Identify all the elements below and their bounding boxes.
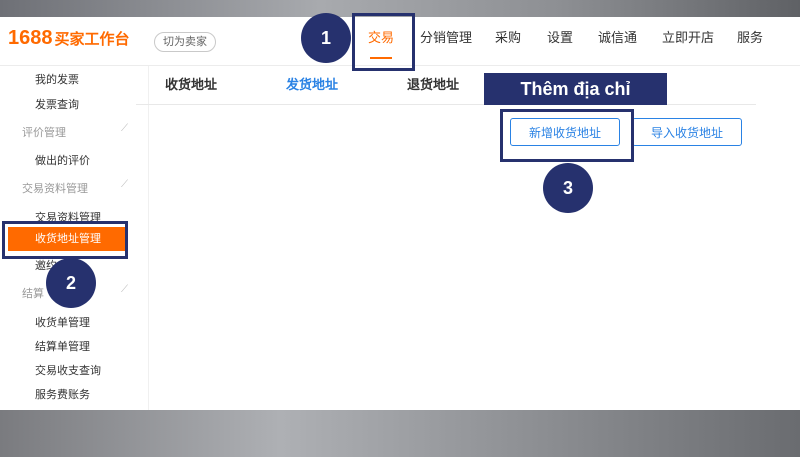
logo-text: 买家工作台 [54,31,130,48]
import-address-button[interactable]: 导入收货地址 [632,118,742,146]
tab-shipping-address[interactable]: 发货地址 [286,68,338,104]
collapse-icon[interactable]: ⟋ [121,179,128,190]
sidebar-item-receipt-management[interactable]: 收货单管理 [35,314,90,330]
logo[interactable]: 1688 买家工作台 [8,27,130,50]
nav-purchase[interactable]: 采购 [495,17,521,65]
app-window: 1688 买家工作台 切为卖家 交易 分销管理 采购 设置 诚信通 立即开店 服务… [0,17,800,410]
nav-services[interactable]: 服务 [737,17,763,65]
nav-settings[interactable]: 设置 [547,17,573,65]
sidebar-item-my-reviews[interactable]: 做出的评价 [35,152,90,168]
highlight-frame-address-management [2,221,128,259]
nav-distribution[interactable]: 分销管理 [420,17,472,65]
nav-chengxintong[interactable]: 诚信通 [598,17,637,65]
step-badge-1: 1 [301,13,351,63]
nav-open-store[interactable]: 立即开店 [662,17,714,65]
sidebar-item-invoice-query[interactable]: 发票查询 [35,96,79,112]
sidebar-item-trade-income-query[interactable]: 交易收支查询 [35,362,101,378]
background-bottom [0,410,800,457]
sidebar-group-reviews[interactable]: 评价管理 [22,124,66,140]
highlight-frame-trade [352,13,415,71]
highlight-frame-add-button [500,109,634,162]
step-badge-2: 2 [46,258,96,308]
sidebar-group-trade-data[interactable]: 交易资料管理 [22,180,88,196]
switch-to-seller-button[interactable]: 切为卖家 [154,32,216,52]
collapse-icon[interactable]: ⟋ [121,123,128,134]
sidebar-item-settlement-management[interactable]: 结算单管理 [35,338,90,354]
sidebar-item-service-fee-account[interactable]: 服务费账务 [35,386,90,402]
tab-receiving-address[interactable]: 收货地址 [165,68,217,104]
sidebar-item-my-invoice[interactable]: 我的发票 [35,71,79,87]
tab-return-address[interactable]: 退货地址 [407,68,459,104]
logo-number: 1688 [8,27,53,49]
collapse-icon[interactable]: ⟋ [121,284,128,295]
sidebar-group-settlement[interactable]: 结算 [22,285,44,301]
callout-add-address: Thêm địa chỉ [484,73,667,105]
step-badge-3: 3 [543,163,593,213]
